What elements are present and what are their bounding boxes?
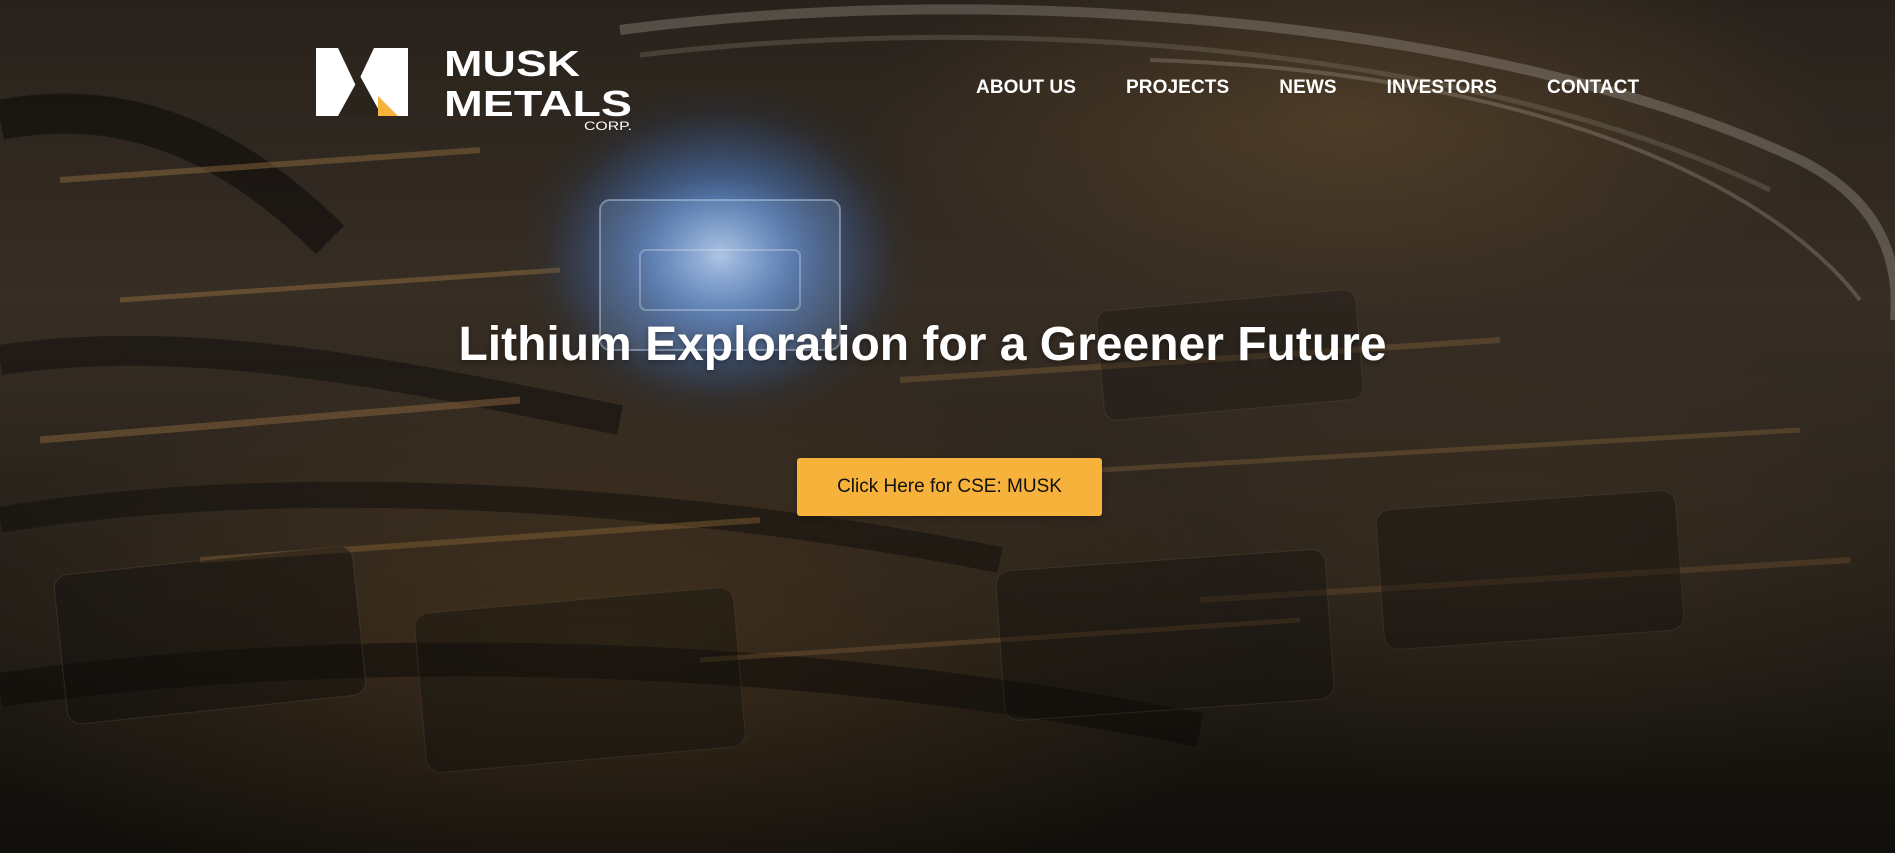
hero-overlay — [0, 0, 1895, 853]
logo-name-line3: CORP. — [584, 119, 632, 132]
logo-name-line1: MUSK — [444, 46, 580, 84]
musk-metals-logo[interactable]: MUSK METALS CORP. — [316, 46, 634, 132]
nav-about-us[interactable]: ABOUT US — [976, 76, 1076, 100]
nav-contact[interactable]: CONTACT — [1547, 76, 1639, 100]
nav-projects[interactable]: PROJECTS — [1126, 76, 1229, 100]
logo-name-line2: METALS — [444, 83, 632, 124]
nav-investors[interactable]: INVESTORS — [1387, 76, 1497, 100]
m-mark-icon — [316, 48, 408, 116]
hero-title: Lithium Exploration for a Greener Future — [0, 316, 1895, 374]
hero-section: MUSK METALS CORP. ABOUT US PROJECTS NEWS… — [0, 0, 1895, 853]
cse-musk-button[interactable]: Click Here for CSE: MUSK — [797, 458, 1102, 516]
hero-title-text: Lithium Exploration for a Greener Future — [458, 318, 1387, 371]
nav-news[interactable]: NEWS — [1279, 76, 1336, 100]
main-nav: ABOUT US PROJECTS NEWS INVESTORS CONTACT — [976, 76, 1639, 100]
